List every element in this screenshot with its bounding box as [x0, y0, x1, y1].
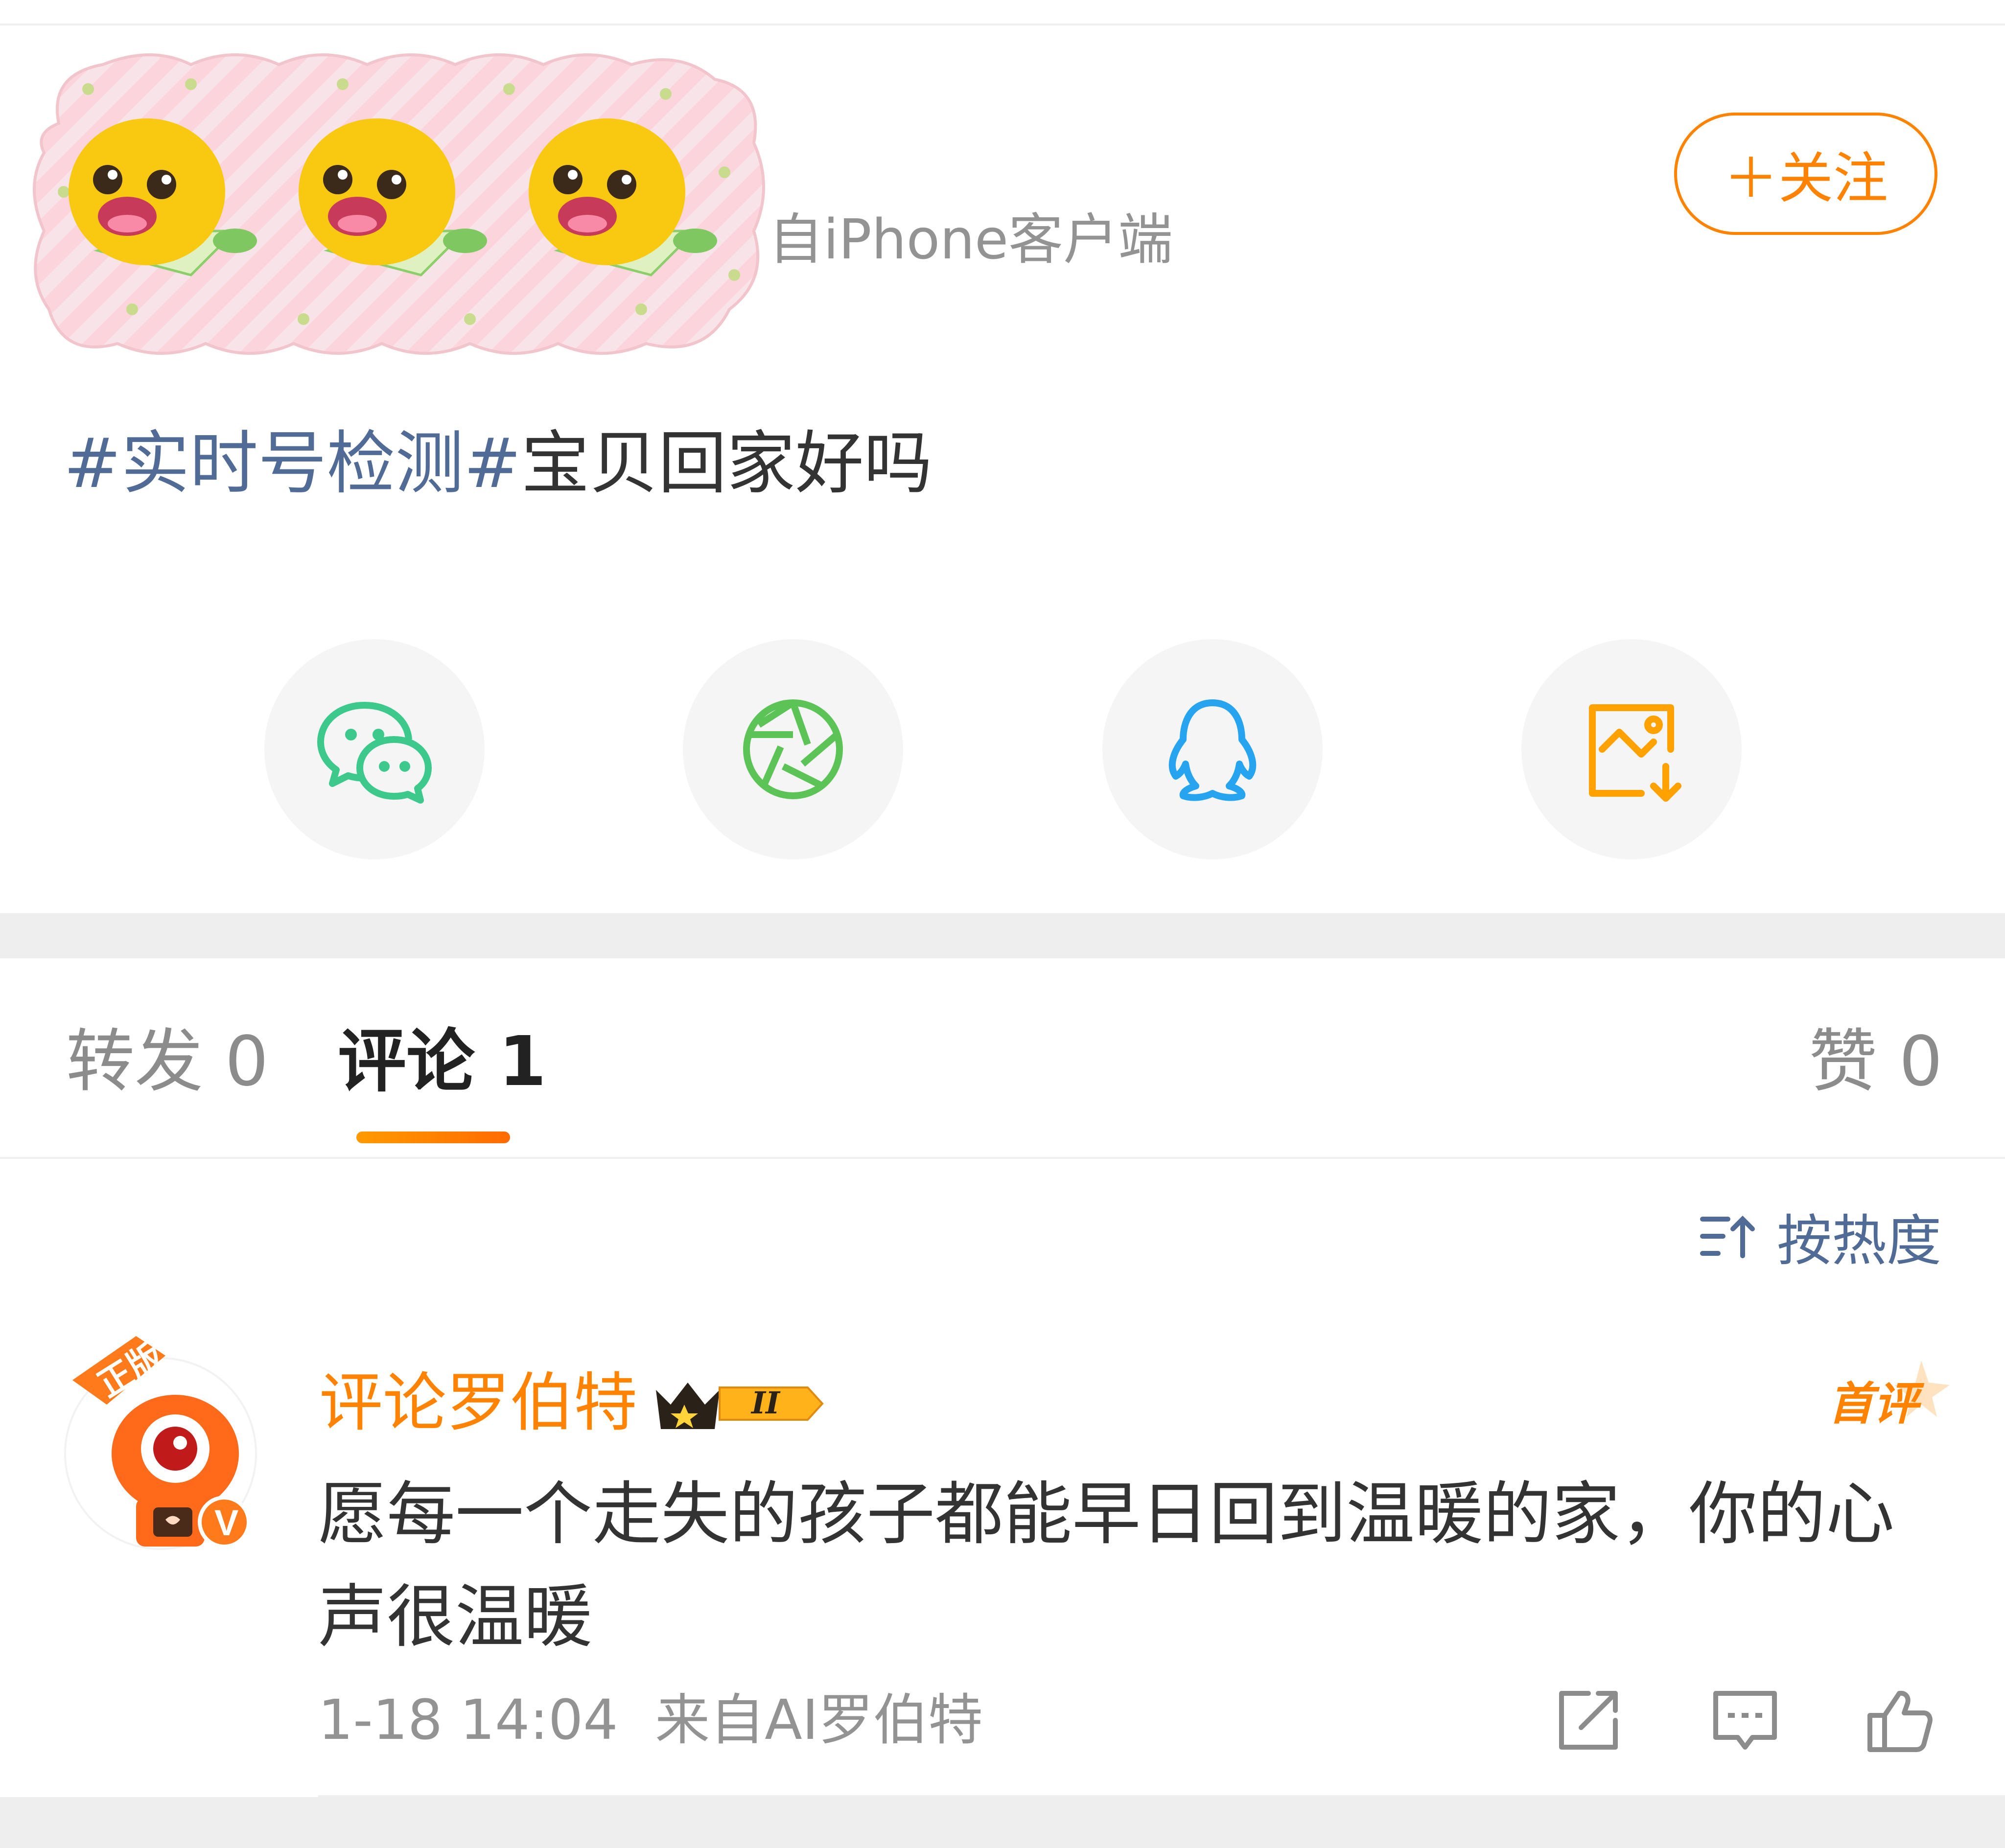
tab-comments[interactable]: 评论 1 — [338, 1018, 546, 1106]
save-image-button[interactable] — [1521, 639, 1742, 859]
save-image-icon — [1589, 704, 1681, 802]
bottom-separator — [0, 1797, 2005, 1848]
moments-aperture-icon — [743, 699, 843, 799]
comment-time: 1-18 14:04 — [318, 1688, 618, 1752]
sort-icon — [1700, 1215, 1755, 1258]
emoji-sticker-banner — [33, 53, 765, 355]
qq-penguin-icon — [1168, 699, 1257, 801]
commenter-name[interactable]: 评论罗伯特 — [319, 1363, 637, 1442]
crown-level: II — [750, 1385, 781, 1421]
commenter-avatar[interactable]: 正版 V — [63, 1321, 258, 1551]
sort-by-hot-button[interactable]: 按热度 — [1699, 1197, 1941, 1275]
share-qq-button[interactable] — [1102, 639, 1323, 859]
first-comment-label: 首评 — [1828, 1378, 1925, 1430]
post-text: 宝贝回家好吗 — [521, 424, 933, 504]
sort-label: 按热度 — [1777, 1209, 1941, 1273]
svg-text:V: V — [214, 1502, 238, 1543]
comment-source: 来自AI罗伯特 — [655, 1688, 983, 1752]
active-tab-indicator — [356, 1132, 510, 1143]
wechat-icon — [317, 702, 432, 804]
share-wechat-button[interactable] — [264, 639, 485, 859]
like-comment-icon[interactable] — [1863, 1684, 1936, 1757]
reply-comment-icon[interactable] — [1708, 1684, 1782, 1757]
comment-text: 愿每一个走失的孩子都能早日回到温暖的家，你的心声很温暖 — [318, 1475, 1895, 1657]
tabs-divider — [0, 1157, 2005, 1159]
tab-likes[interactable]: 赞 0 — [1809, 1018, 1943, 1106]
tab-repost[interactable]: 转发 0 — [66, 1018, 269, 1106]
section-separator — [0, 913, 2005, 958]
first-comment-badge: 首评 — [1828, 1361, 1950, 1430]
top-divider — [0, 23, 2005, 25]
hashtag-link[interactable]: #实时号检测# — [64, 424, 521, 504]
share-comment-icon[interactable] — [1552, 1684, 1625, 1757]
post-content: #实时号检测#宝贝回家好吗 — [64, 420, 933, 508]
share-moments-button[interactable] — [683, 639, 903, 859]
vip-crown-badge-icon: II — [656, 1383, 824, 1429]
follow-button[interactable]: ＋关注 — [1674, 113, 1937, 235]
comment-meta: 1-18 14:04 来自AI罗伯特 — [318, 1684, 983, 1757]
post-source: 自iPhone客户端 — [769, 208, 1173, 272]
